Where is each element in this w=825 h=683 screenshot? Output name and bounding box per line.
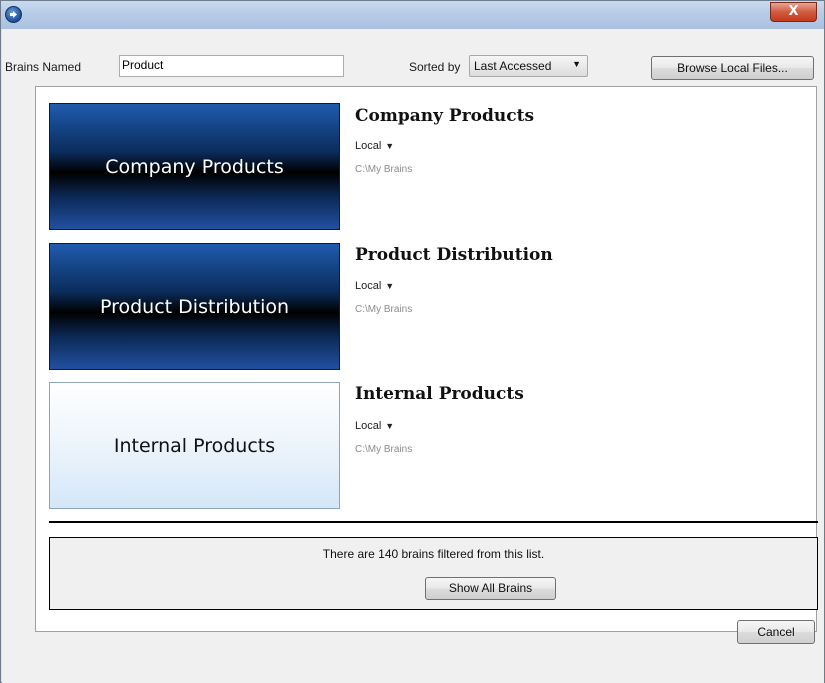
location-dropdown[interactable]: Local ▼ — [355, 420, 394, 432]
location-label: Local — [355, 280, 382, 292]
browse-local-files-button[interactable]: Browse Local Files... — [651, 56, 814, 80]
title-bar[interactable]: X — [1, 1, 824, 29]
chevron-down-icon: ▼ — [572, 59, 581, 69]
thumbnail-label: Company Products — [105, 155, 284, 178]
brain-thumbnail[interactable]: Product Distribution — [49, 243, 340, 370]
chevron-down-icon: ▼ — [385, 141, 395, 151]
chevron-down-icon: ▼ — [385, 421, 395, 431]
sorted-by-label: Sorted by — [409, 60, 461, 74]
brain-chooser-window: X Brains Named Product Sorted by Last Ac… — [0, 0, 825, 683]
location-label: Local — [355, 420, 382, 432]
thumbnail-label: Internal Products — [113, 434, 276, 457]
filtered-message: There are 140 brains filtered from this … — [322, 547, 545, 561]
brain-title[interactable]: Internal Products — [355, 384, 524, 404]
brain-name-input[interactable]: Product — [119, 55, 344, 77]
filtered-notice: There are 140 brains filtered from this … — [49, 537, 818, 610]
location-dropdown[interactable]: Local ▼ — [355, 280, 394, 292]
brain-thumbnail[interactable]: Company Products — [49, 103, 340, 230]
location-dropdown[interactable]: Local ▼ — [355, 140, 394, 152]
thumbnail-label: Product Distribution — [99, 295, 290, 318]
list-separator — [49, 521, 818, 523]
brain-list-panel: Company Products Company Products Local ▼… — [35, 86, 818, 632]
brain-path: C:\My Brains — [355, 164, 413, 175]
brain-path: C:\My Brains — [355, 304, 413, 315]
brains-named-label: Brains Named — [5, 60, 82, 74]
brain-title[interactable]: Product Distribution — [355, 245, 553, 265]
brain-title[interactable]: Company Products — [355, 106, 534, 126]
close-icon: X — [788, 4, 799, 19]
brain-thumbnail[interactable]: Internal Products — [49, 382, 340, 509]
close-button[interactable]: X — [770, 2, 817, 22]
sort-select[interactable]: Last Accessed ▼ — [469, 55, 588, 77]
app-logo-icon — [5, 6, 22, 23]
location-label: Local — [355, 140, 382, 152]
brain-path: C:\My Brains — [355, 444, 413, 455]
sort-select-value: Last Accessed — [474, 59, 552, 73]
show-all-brains-button[interactable]: Show All Brains — [425, 577, 556, 600]
chevron-down-icon: ▼ — [385, 281, 395, 291]
cancel-button[interactable]: Cancel — [737, 620, 815, 644]
